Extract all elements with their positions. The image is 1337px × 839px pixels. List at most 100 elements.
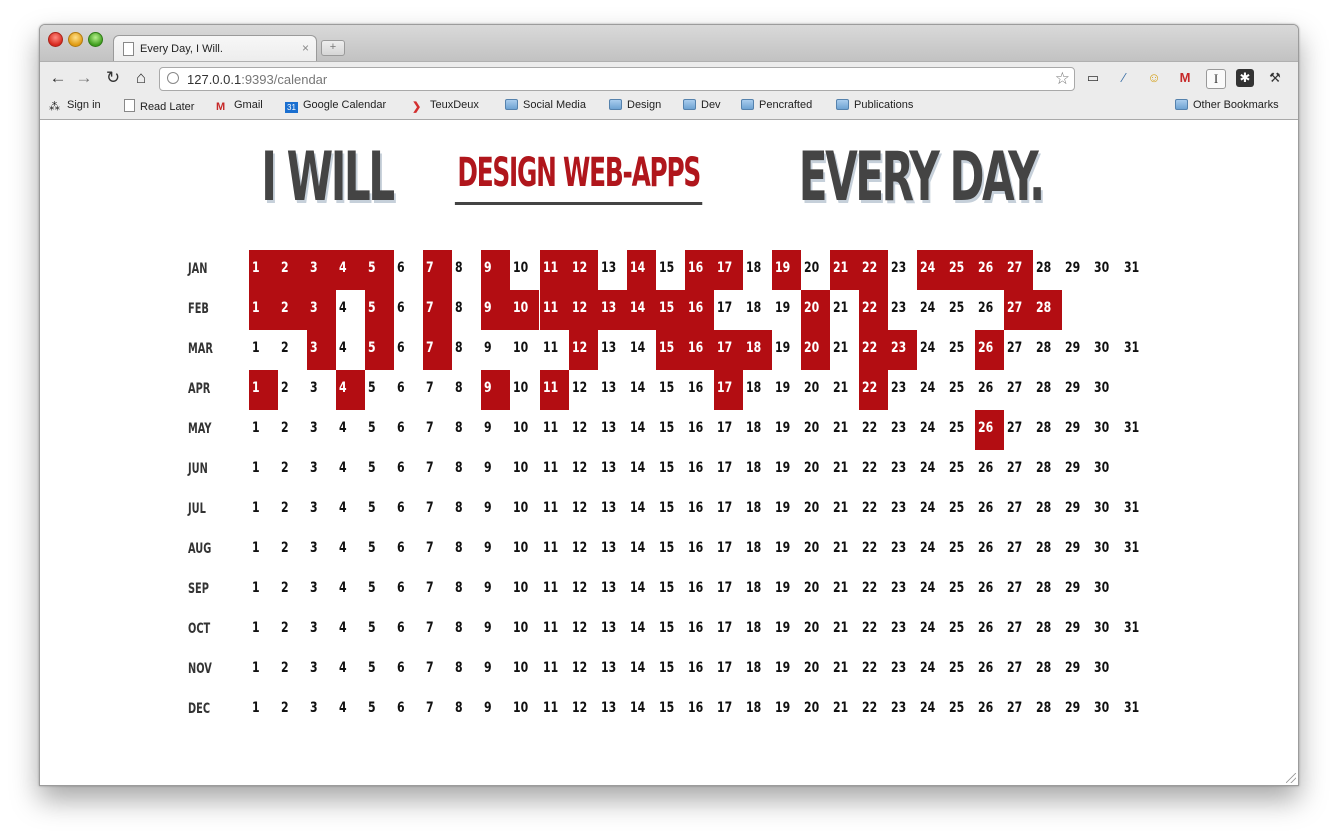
day-cell[interactable]: 21 — [830, 650, 859, 690]
day-cell[interactable]: 9 — [481, 330, 510, 370]
bookmark-publications[interactable]: Publications — [836, 99, 913, 111]
day-cell[interactable]: 11 — [540, 690, 569, 730]
day-cell[interactable]: 21 — [830, 570, 859, 610]
day-cell[interactable]: 31 — [1121, 490, 1150, 530]
day-cell[interactable]: 17 — [713, 370, 743, 410]
day-cell[interactable]: 12 — [569, 490, 598, 530]
day-cell[interactable]: 22 — [859, 610, 888, 650]
day-cell[interactable]: 22 — [859, 250, 889, 290]
day-cell[interactable]: 24 — [917, 330, 946, 370]
day-cell[interactable]: 20 — [800, 290, 830, 330]
day-cell[interactable]: 3 — [307, 330, 337, 370]
day-cell[interactable]: 20 — [801, 250, 830, 290]
day-cell[interactable]: 18 — [743, 370, 772, 410]
day-cell[interactable]: 7 — [423, 610, 452, 650]
day-cell[interactable]: 6 — [394, 410, 423, 450]
day-cell[interactable]: 4 — [336, 370, 366, 410]
day-cell[interactable]: 22 — [859, 370, 889, 410]
day-cell[interactable]: 18 — [743, 690, 772, 730]
day-cell[interactable]: 17 — [714, 410, 743, 450]
day-cell[interactable]: 17 — [714, 290, 743, 330]
day-cell[interactable]: 12 — [569, 650, 598, 690]
day-cell[interactable]: 23 — [888, 490, 917, 530]
day-cell[interactable]: 15 — [656, 370, 685, 410]
bookmark-other-bookmarks[interactable]: Other Bookmarks — [1175, 99, 1279, 111]
day-cell[interactable]: 25 — [946, 530, 975, 570]
day-cell[interactable]: 30 — [1091, 570, 1120, 610]
day-cell[interactable]: 1 — [249, 570, 278, 610]
day-cell[interactable]: 14 — [626, 290, 656, 330]
day-cell[interactable]: 13 — [598, 570, 627, 610]
day-cell[interactable]: 1 — [249, 490, 278, 530]
day-cell[interactable]: 14 — [626, 250, 656, 290]
day-cell[interactable]: 2 — [278, 330, 307, 370]
day-cell[interactable]: 5 — [365, 450, 394, 490]
day-cell[interactable]: 25 — [946, 370, 975, 410]
day-cell[interactable]: 1 — [249, 290, 278, 330]
day-cell[interactable]: 22 — [859, 410, 888, 450]
eyedropper-extension-icon[interactable]: ⁄ — [1115, 69, 1133, 87]
forward-arrow-icon[interactable]: → — [74, 68, 94, 88]
day-cell[interactable]: 13 — [598, 250, 627, 290]
day-cell[interactable]: 10 — [510, 450, 539, 490]
reload-icon[interactable]: ↻ — [103, 68, 123, 88]
day-cell[interactable]: 6 — [394, 570, 423, 610]
day-cell[interactable]: 27 — [1004, 490, 1033, 530]
day-cell[interactable]: 5 — [365, 610, 394, 650]
day-cell[interactable]: 23 — [888, 530, 917, 570]
day-cell[interactable]: 16 — [685, 370, 714, 410]
day-cell[interactable]: 21 — [830, 450, 859, 490]
day-cell[interactable]: 13 — [598, 370, 627, 410]
day-cell[interactable]: 8 — [452, 530, 481, 570]
day-cell[interactable]: 28 — [1033, 610, 1062, 650]
day-cell[interactable]: 30 — [1091, 410, 1120, 450]
day-cell[interactable]: 1 — [249, 530, 278, 570]
day-cell[interactable]: 26 — [975, 250, 1005, 290]
day-cell[interactable]: 29 — [1062, 650, 1091, 690]
day-cell[interactable]: 31 — [1121, 330, 1150, 370]
day-cell[interactable]: 23 — [888, 250, 917, 290]
day-cell[interactable]: 30 — [1091, 690, 1120, 730]
wrench-icon[interactable]: ⚒ — [1266, 69, 1284, 87]
day-cell[interactable]: 20 — [801, 570, 830, 610]
day-cell[interactable]: 25 — [946, 650, 975, 690]
day-cell[interactable]: 26 — [975, 370, 1004, 410]
day-cell[interactable]: 26 — [975, 570, 1004, 610]
day-cell[interactable]: 27 — [1004, 530, 1033, 570]
day-cell[interactable]: 19 — [772, 370, 801, 410]
day-cell[interactable]: 24 — [917, 410, 946, 450]
day-cell[interactable]: 17 — [713, 330, 743, 370]
day-cell[interactable]: 16 — [685, 610, 714, 650]
day-cell[interactable]: 6 — [394, 250, 423, 290]
day-cell[interactable]: 20 — [801, 690, 830, 730]
day-cell[interactable]: 2 — [278, 250, 308, 290]
day-cell[interactable]: 24 — [917, 370, 946, 410]
day-cell[interactable]: 4 — [336, 290, 365, 330]
day-cell[interactable]: 18 — [742, 330, 772, 370]
day-cell[interactable]: 4 — [336, 570, 365, 610]
day-cell[interactable]: 12 — [568, 330, 598, 370]
day-cell[interactable]: 22 — [859, 650, 888, 690]
day-cell[interactable]: 27 — [1004, 570, 1033, 610]
day-cell[interactable]: 23 — [888, 290, 917, 330]
maximize-window-button[interactable] — [88, 32, 103, 47]
day-cell[interactable]: 18 — [743, 570, 772, 610]
bookmark-star-icon[interactable]: ☆ — [1055, 69, 1070, 89]
day-cell[interactable]: 14 — [627, 650, 656, 690]
home-icon[interactable]: ⌂ — [131, 68, 151, 88]
day-cell[interactable]: 30 — [1091, 370, 1120, 410]
day-cell[interactable]: 1 — [249, 610, 278, 650]
day-cell[interactable]: 3 — [307, 650, 336, 690]
day-cell[interactable]: 12 — [569, 370, 598, 410]
day-cell[interactable]: 18 — [743, 410, 772, 450]
day-cell[interactable]: 29 — [1062, 370, 1091, 410]
ruler-extension-icon[interactable]: ▭ — [1084, 69, 1102, 87]
day-cell[interactable]: 29 — [1062, 450, 1091, 490]
day-cell[interactable]: 8 — [452, 490, 481, 530]
day-cell[interactable]: 5 — [365, 570, 394, 610]
day-cell[interactable]: 15 — [656, 690, 685, 730]
day-cell[interactable]: 6 — [394, 650, 423, 690]
day-cell[interactable]: 17 — [714, 650, 743, 690]
day-cell[interactable]: 25 — [946, 610, 975, 650]
day-cell[interactable]: 3 — [307, 610, 336, 650]
